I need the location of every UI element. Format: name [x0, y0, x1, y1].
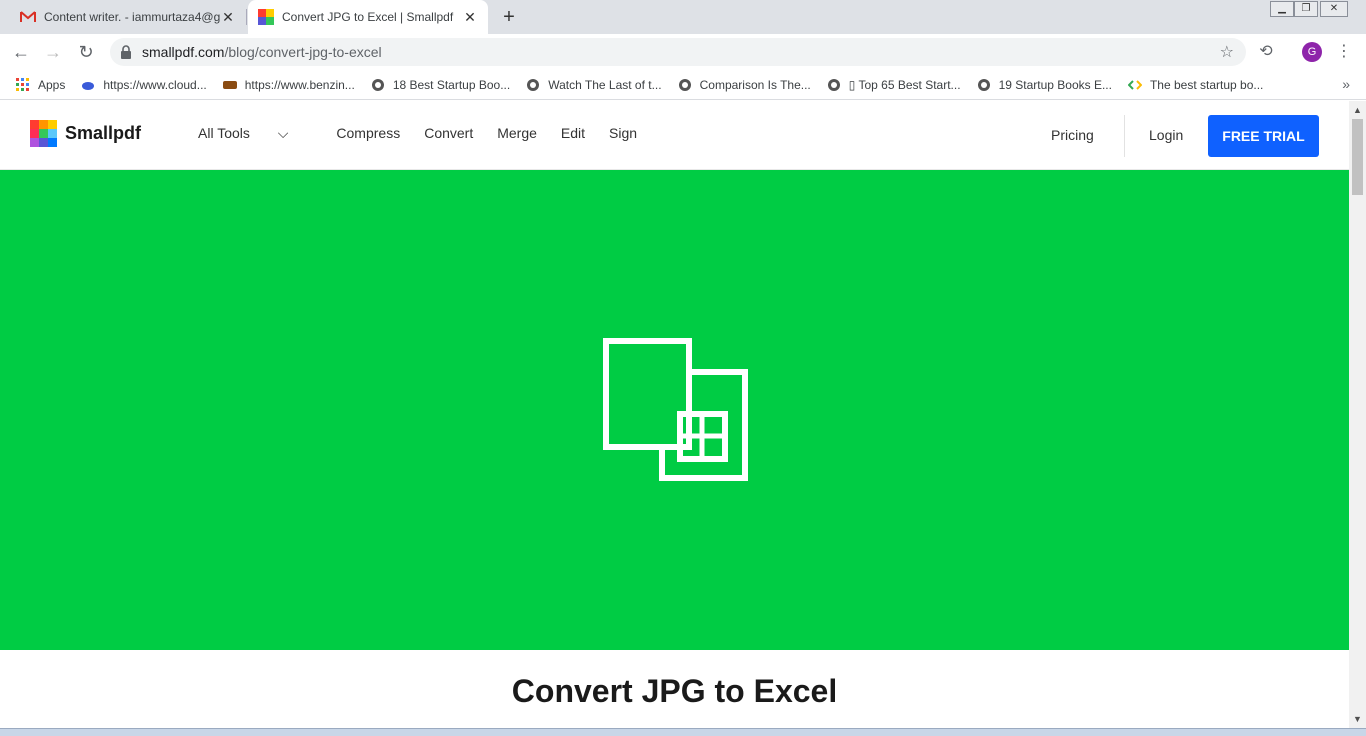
- divider: [1124, 115, 1125, 157]
- smallpdf-logo[interactable]: Smallpdf: [30, 120, 141, 147]
- chevron-down-icon: ⌵: [277, 125, 289, 141]
- bookmark-label: 19 Startup Books E...: [998, 77, 1112, 92]
- bookmarks-bar: Apps https://www.cloud... https://www.be…: [0, 70, 1366, 100]
- nav-convert[interactable]: Convert: [424, 125, 473, 142]
- globe-icon: [977, 78, 990, 91]
- nav-sign[interactable]: Sign: [609, 125, 637, 142]
- bookmark-top-65[interactable]: ▯ Top 65 Best Start...: [827, 78, 961, 92]
- smallpdf-icon: [258, 9, 274, 25]
- avatar[interactable]: G: [1302, 42, 1322, 62]
- globe-icon: [371, 78, 384, 91]
- globe-icon: [678, 78, 691, 91]
- address-bar[interactable]: smallpdf.com/blog/convert-jpg-to-excel ☆: [110, 38, 1246, 66]
- nav-compress[interactable]: Compress: [336, 125, 400, 142]
- pricing-link[interactable]: Pricing: [1051, 127, 1094, 143]
- tab-gmail[interactable]: Content writer. - iammurtaza4@g ✕: [10, 0, 246, 34]
- bookmark-label: Watch The Last of t...: [548, 77, 662, 92]
- smallpdf-logo-icon: [30, 120, 57, 147]
- forward-arrow-icon[interactable]: →: [42, 41, 64, 63]
- page-title: Convert JPG to Excel: [511, 673, 838, 709]
- bookmark-last-of-us[interactable]: Watch The Last of t...: [526, 77, 662, 92]
- nav-label: All Tools: [198, 125, 250, 141]
- tab-separator: [246, 9, 247, 25]
- bookmark-label: Apps: [38, 77, 66, 92]
- free-trial-button[interactable]: FREE TRIAL: [1208, 115, 1319, 157]
- bookmark-best-startup[interactable]: The best startup bo...: [1127, 77, 1264, 92]
- scroll-thumb[interactable]: [1352, 119, 1363, 195]
- bookmark-label: https://www.cloud...: [103, 77, 207, 92]
- more-menu-icon[interactable]: ⋮: [1336, 42, 1352, 62]
- url-path: /blog/convert-jpg-to-excel: [224, 44, 382, 60]
- login-link[interactable]: Login: [1149, 127, 1183, 143]
- bookmark-startup-books-1[interactable]: 18 Best Startup Boo...: [371, 78, 510, 92]
- nav-all-tools[interactable]: All Tools ⌵: [198, 125, 312, 142]
- restore-icon[interactable]: ❐: [1294, 1, 1318, 17]
- page-content: Smallpdf All Tools ⌵ Compress Convert Me…: [0, 101, 1349, 736]
- nav-merge[interactable]: Merge: [497, 125, 537, 142]
- bookmark-cloud[interactable]: https://www.cloud...: [81, 77, 207, 92]
- bookmarks-overflow-icon[interactable]: »: [1342, 76, 1350, 92]
- tab-title: Content writer. - iammurtaza4@g: [44, 10, 220, 24]
- main-nav: All Tools ⌵ Compress Convert Merge Edit …: [198, 125, 661, 142]
- bookmark-benzinga[interactable]: https://www.benzin...: [222, 77, 355, 92]
- bookmark-apps[interactable]: Apps: [16, 77, 66, 92]
- bookmark-label: 18 Best Startup Boo...: [392, 77, 511, 92]
- site-header: Smallpdf All Tools ⌵ Compress Convert Me…: [0, 101, 1349, 170]
- cloud-icon: [82, 81, 95, 90]
- os-taskbar: [0, 728, 1366, 736]
- jpg-to-excel-icon: [603, 338, 748, 481]
- bookmark-star-icon[interactable]: ☆: [1220, 42, 1234, 62]
- new-tab-button[interactable]: +: [498, 6, 520, 28]
- bookmark-label: https://www.benzin...: [244, 77, 355, 92]
- tab-title: Convert JPG to Excel | Smallpdf: [282, 10, 454, 24]
- bookmark-comparison[interactable]: Comparison Is The...: [678, 78, 811, 92]
- tab-strip: Content writer. - iammurtaza4@g ✕ Conver…: [0, 0, 1366, 34]
- url-host: smallpdf.com: [142, 44, 225, 60]
- gmail-icon: [20, 11, 36, 22]
- bookmark-19-startup[interactable]: 19 Startup Books E...: [977, 78, 1112, 92]
- scroll-up-icon[interactable]: ▲: [1349, 103, 1366, 117]
- logo-text: Smallpdf: [65, 123, 142, 143]
- close-tab-icon[interactable]: ✕: [220, 9, 236, 25]
- nav-edit[interactable]: Edit: [561, 125, 585, 142]
- close-window-icon[interactable]: ✕: [1320, 1, 1348, 17]
- globe-icon: [527, 78, 540, 91]
- scroll-down-icon[interactable]: ▼: [1349, 712, 1366, 726]
- lock-icon: [121, 45, 131, 59]
- minimize-icon[interactable]: ▁: [1270, 1, 1294, 17]
- back-arrow-icon[interactable]: ←: [10, 41, 32, 63]
- scrollbar[interactable]: ▲ ▼: [1349, 101, 1366, 736]
- bookmark-label: The best startup bo...: [1149, 77, 1264, 92]
- globe-icon: [827, 78, 840, 91]
- close-tab-icon[interactable]: ✕: [462, 9, 478, 25]
- code-icon: [1127, 79, 1142, 90]
- bookmark-label: ▯ Top 65 Best Start...: [848, 77, 961, 92]
- apps-grid-icon: [16, 77, 29, 91]
- history-icon[interactable]: ⟲: [1256, 42, 1276, 62]
- browser-toolbar: ← → ↻ smallpdf.com/blog/convert-jpg-to-e…: [0, 34, 1366, 70]
- reload-icon[interactable]: ↻: [75, 41, 97, 63]
- hero-banner: [0, 170, 1349, 650]
- benzinga-icon: [222, 80, 237, 89]
- bookmark-label: Comparison Is The...: [699, 77, 811, 92]
- tab-smallpdf[interactable]: Convert JPG to Excel | Smallpdf ✕: [248, 0, 488, 34]
